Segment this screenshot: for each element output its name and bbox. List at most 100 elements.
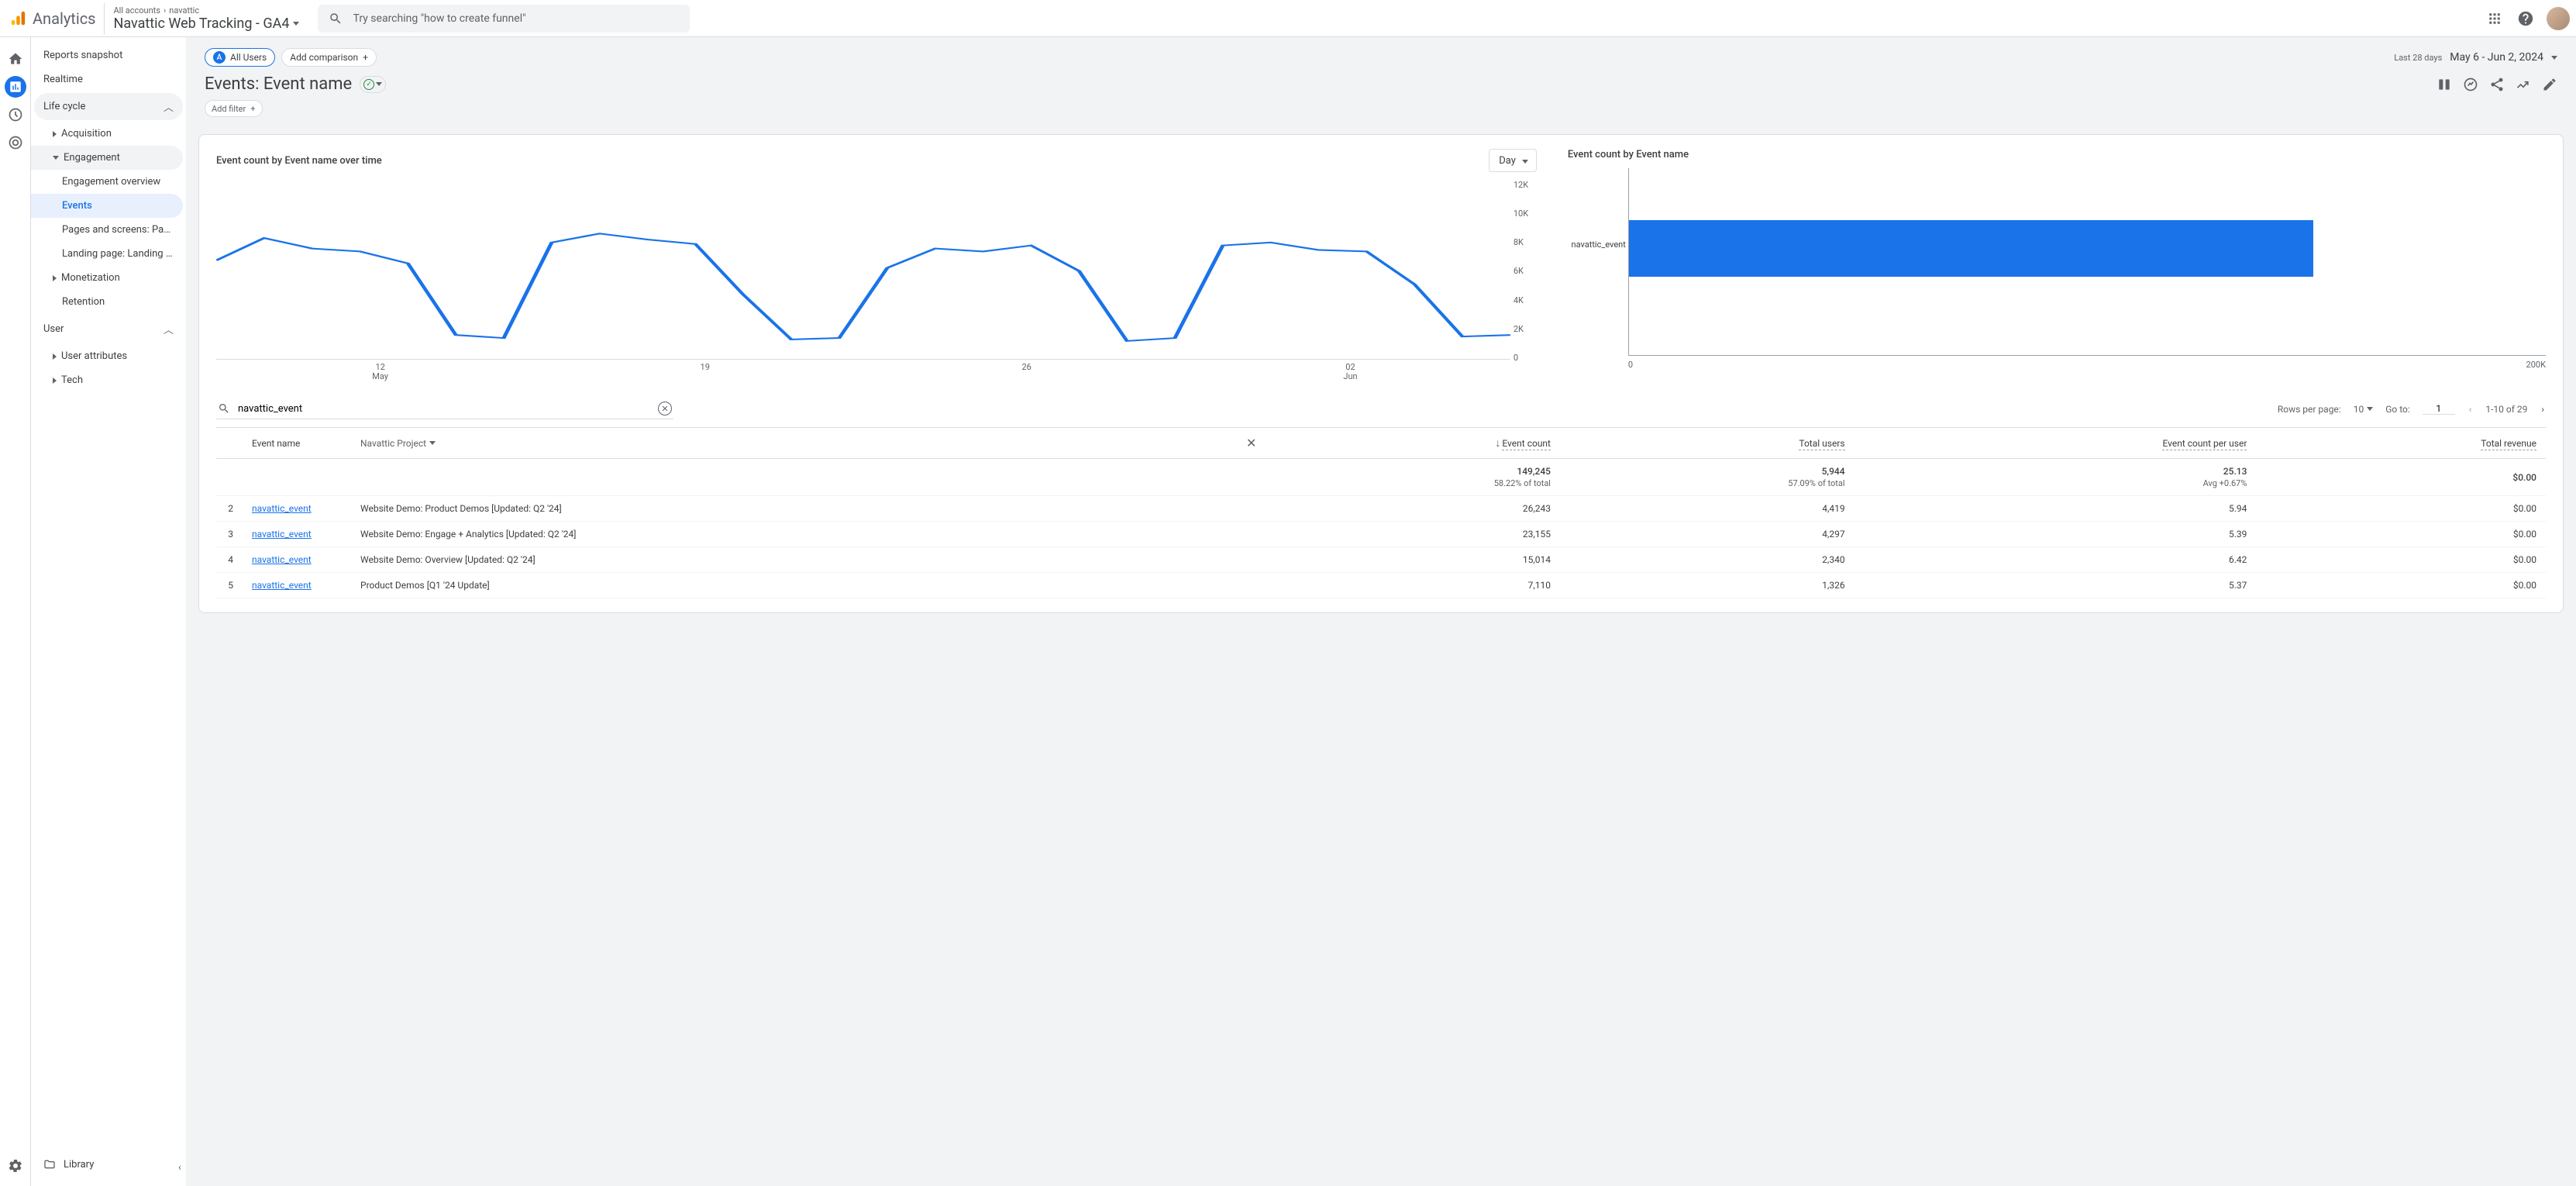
collapse-nav-icon[interactable]: ‹ [170,1158,189,1177]
event-name-link[interactable]: navattic_event [252,529,312,540]
user-avatar[interactable] [2547,7,2570,30]
report-actions [2437,77,2557,92]
sidebar-monetization-label: Monetization [61,272,120,284]
sort-desc-icon: ↓ [1495,437,1500,450]
col-total-revenue[interactable]: Total revenue [2256,428,2546,459]
segment-label: All Users [230,52,267,63]
caret-right-icon [53,275,57,281]
x-tick: 200K [2526,360,2546,370]
events-table: Event name Navattic Project ✕ ↓Event cou… [216,427,2546,598]
line-x-axis: 12May192602Jun [216,363,1514,381]
goto-input[interactable] [2423,403,2455,415]
row-index: 4 [216,547,243,573]
sidebar-retention[interactable]: Retention [31,290,186,314]
sidebar-acquisition-label: Acquisition [61,128,112,140]
breadcrumb-all: All accounts [114,5,160,16]
date-range-picker[interactable]: Last 28 days May 6 - Jun 2, 2024 [2394,51,2557,64]
event-name-link[interactable]: navattic_event [252,554,312,565]
row-ecpu: 5.94 [1855,496,2257,522]
bar-plot-area: navattic_event [1628,168,2546,356]
segment-all-users[interactable]: A All Users [205,48,275,67]
col-event-count[interactable]: ↓Event count [1266,428,1560,459]
property-selector[interactable]: All accounts › navattic Navattic Web Tra… [104,3,299,34]
help-icon[interactable] [2516,9,2536,29]
line-y-axis: 12K10K8K6K4K2K0 [1514,180,1537,363]
sidebar-events[interactable]: Events [31,194,183,218]
add-filter-label: Add filter [212,104,246,114]
caret-right-icon [53,131,57,137]
sidebar-engagement-overview[interactable]: Engagement overview [31,170,183,194]
sidebar-tech[interactable]: Tech [31,368,186,392]
next-page-button[interactable]: › [2540,404,2546,415]
data-quality-indicator[interactable]: ✓ [360,76,386,93]
sidebar-pages-screens[interactable]: Pages and screens: Page ti... [31,218,183,242]
event-name-link[interactable]: navattic_event [252,580,312,591]
row-index: 3 [216,522,243,547]
sidebar-user-attributes-label: User attributes [61,350,127,362]
chevron-up-icon: ︿ [164,99,174,114]
date-preset-label: Last 28 days [2394,53,2442,63]
apps-icon[interactable] [2485,9,2505,29]
col-total-users[interactable]: Total users [1560,428,1855,459]
table-row: 5navattic_eventProduct Demos [Q1 '24 Upd… [216,573,2546,598]
row-project: Product Demos [Q1 '24 Update] [351,573,1266,598]
caret-down-icon [2367,407,2373,411]
add-filter-button[interactable]: Add filter + [205,100,263,117]
row-event-count: 7,110 [1266,573,1560,598]
prev-page-button[interactable]: ‹ [2468,404,2474,415]
nav-advertising-icon[interactable] [5,132,26,153]
sidebar-life-cycle[interactable]: Life cycle ︿ [34,93,183,120]
totals-row: 149,24558.22% of total 5,94457.09% of to… [216,459,2546,496]
granularity-select[interactable]: Day [1489,149,1537,172]
y-tick: 2K [1514,324,1524,334]
event-name-link[interactable]: navattic_event [252,503,312,514]
sidebar-realtime[interactable]: Realtime [31,67,186,91]
nav-home-icon[interactable] [5,48,26,70]
compare-icon[interactable] [2437,77,2452,92]
logo-group: Analytics [9,9,96,28]
share-icon[interactable] [2489,77,2505,92]
report-card: Event count by Event name over time Day … [198,134,2564,613]
line-plot-area [216,180,1510,360]
col-project-dropdown[interactable]: Navattic Project [360,438,436,449]
sidebar-user[interactable]: User ︿ [34,315,183,343]
sidebar-reports-snapshot[interactable]: Reports snapshot [31,43,186,67]
y-tick: 12K [1514,180,1528,190]
table-search-input[interactable] [238,403,650,415]
insights-icon[interactable] [2463,77,2478,92]
sidebar-monetization[interactable]: Monetization [31,266,186,290]
table-row: 3navattic_eventWebsite Demo: Engage + An… [216,522,2546,547]
bar-rect [1629,220,2313,276]
sidebar-engagement[interactable]: Engagement [31,146,183,170]
add-comparison-button[interactable]: Add comparison + [281,48,377,67]
col-project-label: Navattic Project [360,438,426,449]
clear-search-icon[interactable]: ✕ [658,402,672,415]
sidebar-user-attributes[interactable]: User attributes [31,344,186,368]
row-project: Website Demo: Overview [Updated: Q2 '24] [351,547,1266,573]
edit-icon[interactable] [2542,77,2557,92]
trend-icon[interactable] [2516,77,2531,92]
rows-per-page-label: Rows per page: [2278,404,2341,415]
total-ecpu-sub: Avg +0.67% [1864,478,2247,488]
col-ec-per-user[interactable]: Event count per user [1855,428,2257,459]
plus-icon: + [363,52,368,63]
rows-per-page-select[interactable]: 10 [2354,404,2374,415]
nav-admin-icon[interactable] [5,1155,26,1177]
table-search[interactable]: ✕ [216,398,673,419]
caret-down-icon [53,156,59,160]
x-tick: 26 [1021,363,1031,381]
rows-per-page-value: 10 [2354,404,2364,415]
sidebar-library-label: Library [64,1159,94,1170]
nav-explore-icon[interactable] [5,104,26,126]
row-total-users: 1,326 [1560,573,1855,598]
sidebar-landing-page[interactable]: Landing page: Landing page [31,242,183,266]
sidebar-library[interactable]: Library [31,1152,186,1177]
nav-reports-icon[interactable] [5,76,26,98]
row-project: Website Demo: Product Demos [Updated: Q2… [351,496,1266,522]
global-search[interactable] [318,5,690,33]
search-input[interactable] [353,12,679,25]
col-event-name: Event name [252,438,300,449]
sidebar-acquisition[interactable]: Acquisition [31,122,186,146]
sidebar-user-label: User [43,323,64,335]
clear-dimension-icon[interactable]: ✕ [1246,436,1256,450]
